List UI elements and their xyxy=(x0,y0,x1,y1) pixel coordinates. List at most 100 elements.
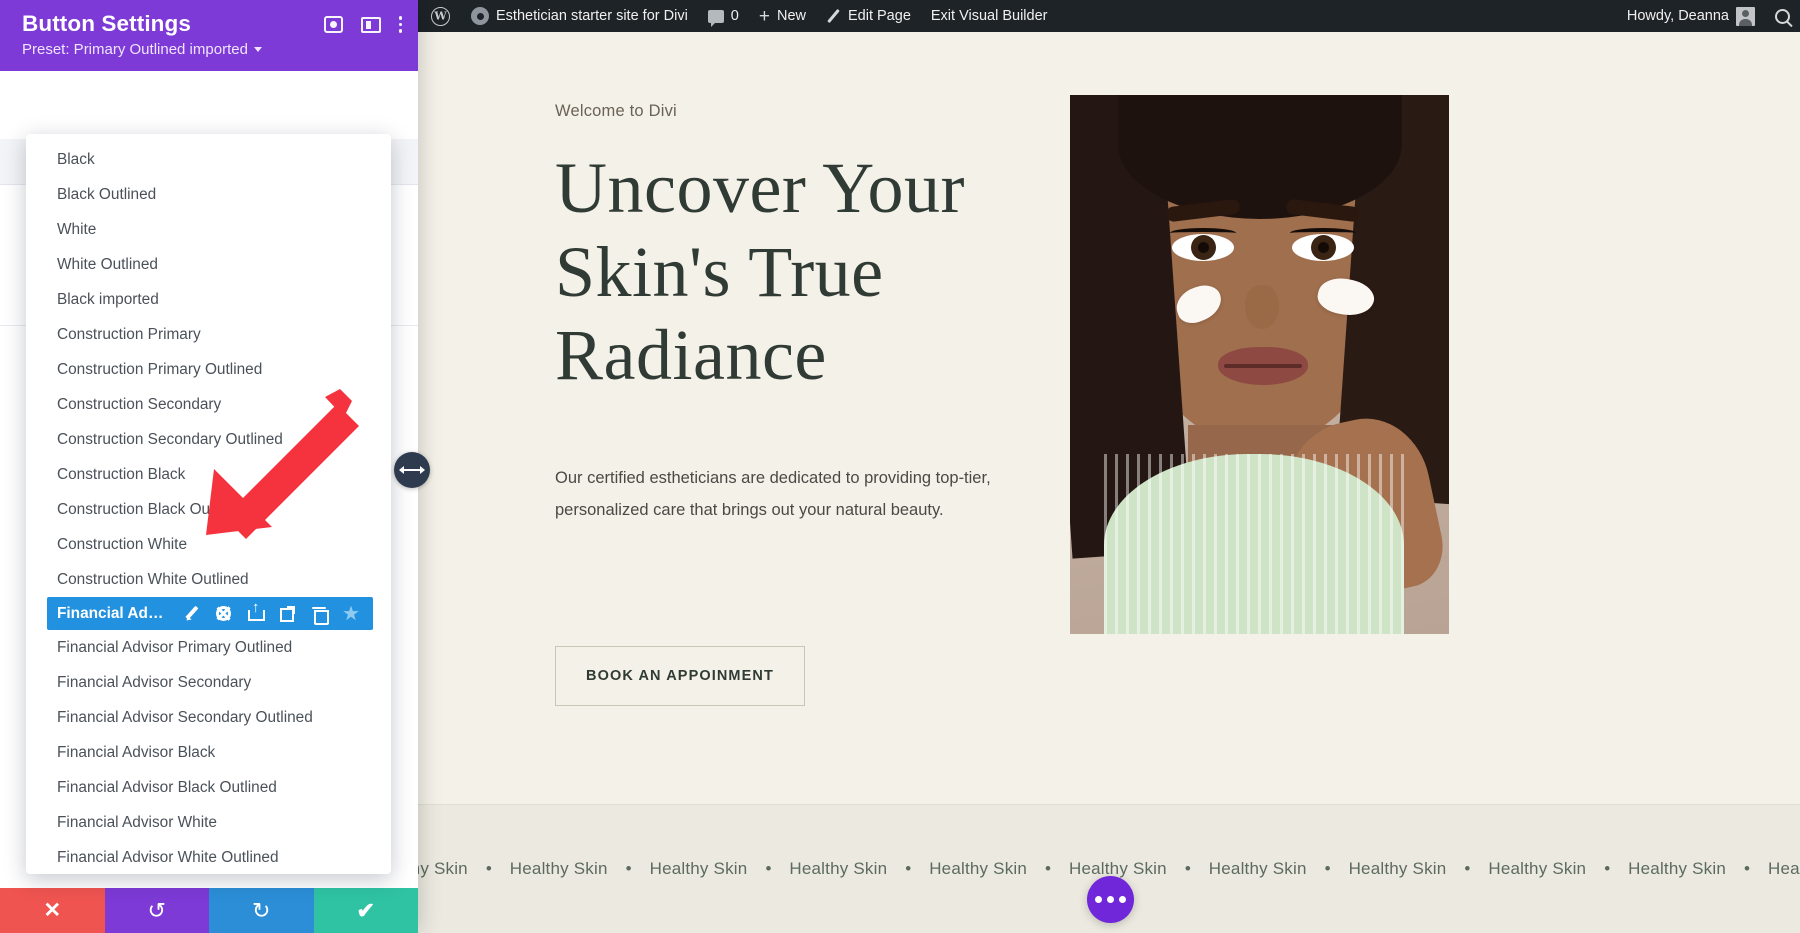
hero-section: Welcome to Divi Uncover Your Skin's True… xyxy=(418,32,1800,804)
preset-option[interactable]: Black xyxy=(26,142,391,177)
panel-body: er BlackBlack OutlinedWhiteWhite Outline… xyxy=(0,71,418,888)
preset-option-label: Construction Secondary Outlined xyxy=(57,431,283,449)
panel-title: Button Settings xyxy=(22,11,191,37)
chevron-down-icon xyxy=(254,47,262,52)
marquee-separator: • xyxy=(1744,859,1750,879)
preset-option[interactable]: White Outlined xyxy=(26,247,391,282)
marquee-separator: • xyxy=(765,859,771,879)
duplicate-icon[interactable] xyxy=(280,606,295,621)
preset-option[interactable]: White xyxy=(26,212,391,247)
marquee-item: Healthy Skin xyxy=(789,859,887,879)
hero-image xyxy=(1070,95,1449,634)
favorite-icon[interactable] xyxy=(343,606,359,622)
panel-more-button[interactable] xyxy=(399,16,403,33)
close-icon: ✕ xyxy=(43,900,61,921)
preset-option-label: Financial Advisor White Outlined xyxy=(57,849,279,867)
preset-option-label: Financial Advisor Secondary Outlined xyxy=(57,709,313,727)
preset-option-label: White Outlined xyxy=(57,256,158,274)
preset-option[interactable]: Financial Advisor Black Outlined xyxy=(26,770,391,805)
resize-arrows-icon xyxy=(403,469,421,471)
new-content-menu[interactable]: + New xyxy=(749,0,816,32)
fab-dot xyxy=(1107,896,1114,903)
preset-option-label: Construction Primary xyxy=(57,326,201,344)
delete-icon[interactable] xyxy=(312,606,326,621)
preset-option[interactable]: Construction White Outlined xyxy=(26,562,391,597)
exit-visual-builder[interactable]: Exit Visual Builder xyxy=(921,0,1058,32)
preset-option[interactable]: Construction Secondary Outlined xyxy=(26,422,391,457)
fab-dot xyxy=(1119,896,1126,903)
avatar xyxy=(1736,7,1755,26)
preset-option[interactable]: Construction Primary Outlined xyxy=(26,352,391,387)
settings-icon[interactable] xyxy=(216,606,231,621)
cancel-button[interactable]: ✕ xyxy=(0,888,105,933)
marquee-item: Healthy Skin xyxy=(1768,859,1800,879)
book-appointment-button[interactable]: BOOK AN APPOINMENT xyxy=(555,646,805,706)
preset-option[interactable]: Construction White xyxy=(26,527,391,562)
preset-label: Preset: Primary Outlined imported xyxy=(22,41,248,58)
preset-option-actions xyxy=(184,606,359,622)
exit-visual-builder-label: Exit Visual Builder xyxy=(931,8,1048,24)
hero-heading: Uncover Your Skin's True Radiance xyxy=(555,147,1075,398)
new-label: New xyxy=(777,8,806,24)
marquee-separator: • xyxy=(905,859,911,879)
edit-page-menu[interactable]: Edit Page xyxy=(816,0,921,32)
screen-root: Welcome to Divi Uncover Your Skin's True… xyxy=(0,0,1800,933)
panel-resize-handle[interactable] xyxy=(394,452,430,488)
hero-text-column: Welcome to Divi Uncover Your Skin's True… xyxy=(555,102,1075,706)
preset-option[interactable]: Construction Primary xyxy=(26,317,391,352)
export-icon[interactable] xyxy=(248,606,263,621)
site-name-menu[interactable]: Esthetician starter site for Divi xyxy=(461,0,698,32)
marquee-item: Healthy Skin xyxy=(1349,859,1447,879)
undo-button[interactable]: ↺ xyxy=(105,888,210,933)
preset-option-label: Black xyxy=(57,151,95,169)
preset-option[interactable]: Construction Black xyxy=(26,457,391,492)
marquee-separator: • xyxy=(1604,859,1610,879)
preset-option[interactable]: Financial Advisor White Outlined xyxy=(26,840,391,874)
preset-option[interactable]: Black imported xyxy=(26,282,391,317)
preset-option-label: Construction Secondary xyxy=(57,396,221,414)
preset-option-selected[interactable]: Financial Advisor P... xyxy=(47,597,373,630)
preset-option-label: Black Outlined xyxy=(57,186,156,204)
comments-menu[interactable]: 0 xyxy=(698,0,749,32)
button-settings-panel: Button Settings Preset: Prima xyxy=(0,0,418,933)
preset-option[interactable]: Financial Advisor White xyxy=(26,805,391,840)
howdy-label: Howdy, Deanna xyxy=(1627,8,1729,24)
wordpress-logo-menu[interactable] xyxy=(418,0,461,32)
marquee-item: Healthy Skin xyxy=(1069,859,1167,879)
redo-icon: ↻ xyxy=(252,900,270,922)
preset-option[interactable]: Financial Advisor Primary Outlined xyxy=(26,630,391,665)
marquee-item: Healthy Skin xyxy=(650,859,748,879)
comment-icon xyxy=(708,10,724,23)
preset-option[interactable]: Financial Advisor Secondary xyxy=(26,665,391,700)
adminbar-search-button[interactable] xyxy=(1765,0,1800,32)
preset-option[interactable]: Construction Secondary xyxy=(26,387,391,422)
marquee-item: Healthy Skin xyxy=(1628,859,1726,879)
search-icon xyxy=(1775,9,1790,24)
panel-layout-button[interactable] xyxy=(361,17,381,33)
marquee-item: Healthy Skin xyxy=(1488,859,1586,879)
preset-option-label: Financial Advisor Black Outlined xyxy=(57,779,277,797)
preset-option[interactable]: Construction Black Outlined xyxy=(26,492,391,527)
preset-option-label: Black imported xyxy=(57,291,159,309)
wp-admin-bar: Esthetician starter site for Divi 0 + Ne… xyxy=(418,0,1800,32)
focus-mode-button[interactable] xyxy=(324,16,343,33)
focus-icon xyxy=(324,16,343,33)
redo-button[interactable]: ↻ xyxy=(209,888,314,933)
preset-option[interactable]: Financial Advisor Secondary Outlined xyxy=(26,700,391,735)
kebab-dot xyxy=(399,16,403,20)
preset-option-label: Financial Advisor Primary Outlined xyxy=(57,639,292,657)
preset-option-label: White xyxy=(57,221,96,239)
my-account-menu[interactable]: Howdy, Deanna xyxy=(1617,0,1765,32)
save-button[interactable]: ✔ xyxy=(314,888,419,933)
marquee-separator: • xyxy=(1045,859,1051,879)
preset-option-label: Financial Advisor Black xyxy=(57,744,215,762)
check-icon: ✔ xyxy=(357,900,375,922)
marquee-item: Healthy Skin xyxy=(929,859,1027,879)
marquee-separator: • xyxy=(1325,859,1331,879)
preset-option[interactable]: Black Outlined xyxy=(26,177,391,212)
preset-selector[interactable]: Preset: Primary Outlined imported xyxy=(22,41,402,58)
preset-option-label: Construction Primary Outlined xyxy=(57,361,262,379)
preset-option[interactable]: Financial Advisor Black xyxy=(26,735,391,770)
divi-menu-fab[interactable] xyxy=(1087,876,1134,923)
edit-icon[interactable] xyxy=(184,606,199,621)
